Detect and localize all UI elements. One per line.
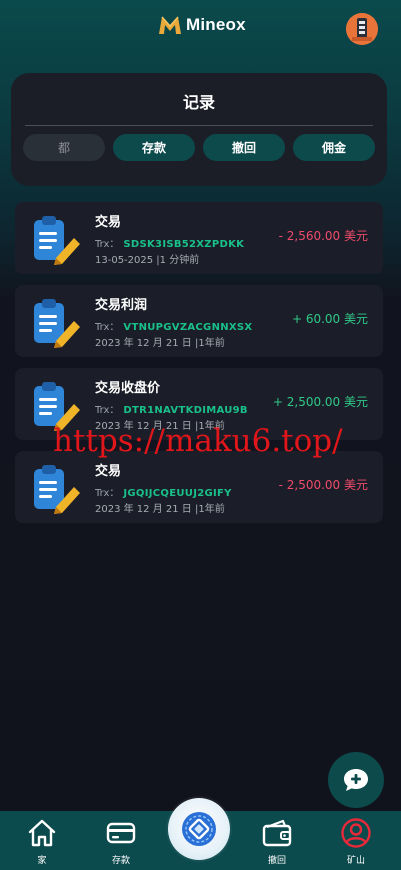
- transaction-title: 交易利润: [95, 298, 148, 313]
- transaction-id: Trx： JGQIJCQEUUJ2GIFY: [95, 488, 232, 499]
- nav-deposit[interactable]: 存款: [91, 811, 151, 870]
- list-item[interactable]: 交易 Trx： JGQIJCQEUUJ2GIFY 2023 年 12 月 21 日…: [15, 451, 383, 523]
- tab-all[interactable]: 都: [23, 134, 105, 161]
- tab-deposit[interactable]: 存款: [113, 134, 195, 161]
- transaction-amount: - 2,500.00 美元: [278, 478, 368, 492]
- nav-mine-label: 矿山: [346, 856, 365, 866]
- chat-plus-icon: [344, 769, 368, 791]
- app-header: Mineox: [0, 0, 401, 60]
- tab-withdraw[interactable]: 撤回: [203, 134, 285, 161]
- user-circle-icon: [341, 818, 371, 848]
- transaction-amount: + 60.00 美元: [291, 312, 368, 326]
- clipboard-pencil-icon: [34, 299, 80, 348]
- watermark-text: https://maku6.top/: [53, 423, 343, 459]
- nav-deposit-label: 存款: [111, 856, 130, 866]
- clipboard-pencil-icon: [34, 465, 80, 514]
- transaction-date: 13-05-2025 |1 分钟前: [95, 255, 200, 266]
- transaction-title: 交易: [95, 464, 122, 479]
- divider: [25, 125, 373, 126]
- page-title: 记录: [182, 93, 215, 112]
- mineox-logo-icon: [159, 16, 181, 34]
- nav-home-label: 家: [37, 856, 47, 866]
- profile-avatar-icon[interactable]: [346, 13, 378, 45]
- transaction-date: 2023 年 12 月 21 日 |1年前: [95, 338, 225, 349]
- list-item[interactable]: 交易 Trx： SDSK3ISB52XZPDKK 13-05-2025 |1 分钟…: [15, 202, 383, 274]
- chat-button[interactable]: [328, 752, 384, 808]
- transaction-id: Trx： VTNUPGVZACGNNXSX: [95, 322, 253, 333]
- transaction-amount: + 2,500.00 美元: [272, 395, 368, 409]
- nav-home[interactable]: 家: [12, 811, 72, 870]
- brand[interactable]: Mineox: [158, 14, 246, 36]
- avatar-figure-icon: [346, 13, 378, 45]
- card-icon: [106, 822, 136, 844]
- nav-mine[interactable]: 矿山: [326, 811, 386, 870]
- transaction-id: Trx： DTR1NAVTKDIMAU9B: [95, 405, 248, 416]
- mining-center-icon: [182, 812, 216, 846]
- transaction-title: 交易: [95, 215, 122, 230]
- transaction-id: Trx： SDSK3ISB52XZPDKK: [95, 239, 245, 250]
- tab-commission[interactable]: 佣金: [293, 134, 375, 161]
- transaction-amount: - 2,560.00 美元: [278, 229, 368, 243]
- app-name: Mineox: [186, 15, 246, 34]
- filter-tabs: 都 存款 撤回 佣金: [23, 134, 375, 161]
- transaction-list: 交易 Trx： SDSK3ISB52XZPDKK 13-05-2025 |1 分钟…: [15, 202, 383, 534]
- transaction-title: 交易收盘价: [95, 381, 161, 396]
- list-item[interactable]: 交易利润 Trx： VTNUPGVZACGNNXSX 2023 年 12 月 21…: [15, 285, 383, 357]
- transaction-date: 2023 年 12 月 21 日 |1年前: [95, 504, 225, 515]
- wallet-icon: [262, 819, 292, 847]
- nav-withdraw-label: 撤回: [267, 856, 286, 866]
- home-icon: [28, 819, 56, 847]
- records-card: 记录 都 存款 撤回 佣金: [11, 73, 387, 186]
- nav-mining-center-button[interactable]: [168, 798, 230, 860]
- clipboard-pencil-icon: [34, 216, 80, 265]
- nav-withdraw[interactable]: 撤回: [247, 811, 307, 870]
